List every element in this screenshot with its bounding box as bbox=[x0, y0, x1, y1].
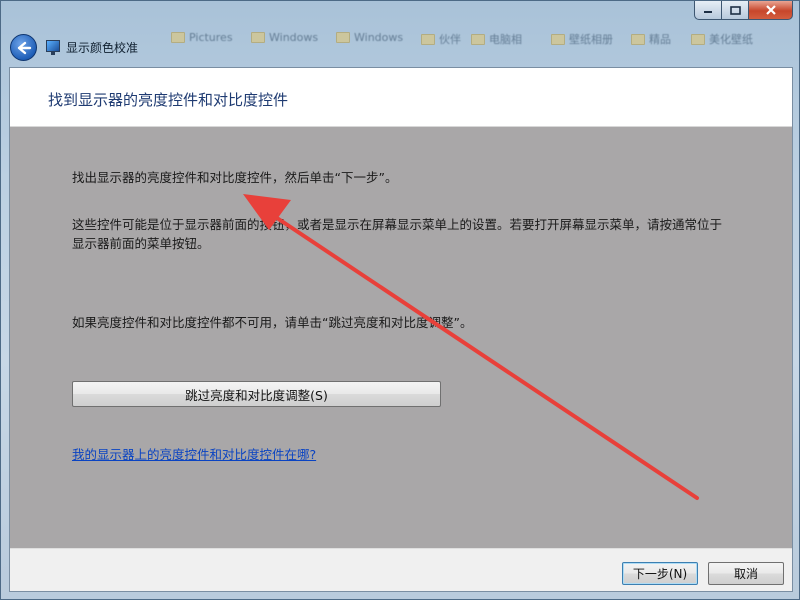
maximize-icon bbox=[729, 5, 741, 15]
content-area: 找到显示器的亮度控件和对比度控件 找出显示器的亮度控件和对比度控件，然后单击“下… bbox=[9, 67, 793, 592]
close-button[interactable] bbox=[748, 1, 793, 20]
folder-icon bbox=[631, 33, 645, 45]
folder-icon bbox=[691, 33, 705, 45]
blurred-item: 精品 bbox=[631, 31, 671, 47]
instruction-text: 找出显示器的亮度控件和对比度控件，然后单击“下一步”。 bbox=[72, 170, 398, 185]
next-button[interactable]: 下一步(N) bbox=[622, 562, 698, 585]
blurred-item: Windows bbox=[336, 31, 403, 44]
folder-icon bbox=[171, 32, 185, 43]
skip-adjustment-button[interactable]: 跳过亮度和对比度调整(S) bbox=[72, 381, 441, 407]
minimize-icon bbox=[704, 11, 712, 13]
monitor-icon bbox=[46, 40, 60, 55]
blurred-item: 伙伴 bbox=[421, 31, 461, 47]
back-arrow-icon bbox=[17, 41, 31, 54]
folder-icon bbox=[551, 33, 565, 45]
blurred-item: 壁纸相册 bbox=[551, 31, 613, 47]
window-title: 显示颜色校准 bbox=[66, 41, 139, 55]
footer-bar: 下一步(N) 取消 bbox=[10, 548, 792, 591]
maximize-button[interactable] bbox=[721, 1, 748, 20]
blurred-item: Windows bbox=[251, 31, 318, 44]
blurred-item: 美化壁纸 bbox=[691, 31, 753, 47]
cancel-button[interactable]: 取消 bbox=[708, 562, 784, 585]
folder-icon bbox=[336, 32, 350, 43]
blurred-item: 电脑相 bbox=[471, 31, 522, 47]
page-title: 找到显示器的亮度控件和对比度控件 bbox=[48, 91, 289, 109]
window-frame: Pictures Windows Windows 伙伴 电脑相 壁纸相册 精品 … bbox=[0, 0, 800, 600]
help-link[interactable]: 我的显示器上的亮度控件和对比度控件在哪? bbox=[72, 444, 316, 463]
background-taskbar-items: Pictures Windows Windows 伙伴 电脑相 壁纸相册 精品 … bbox=[151, 25, 800, 51]
caption-buttons bbox=[694, 1, 793, 20]
blurred-item: Pictures bbox=[171, 31, 233, 44]
fallback-text: 如果亮度控件和对比度控件都不可用，请单击“跳过亮度和对比度调整”。 bbox=[72, 315, 473, 330]
header-band: 找到显示器的亮度控件和对比度控件 bbox=[10, 68, 792, 127]
back-button[interactable] bbox=[10, 34, 37, 61]
close-icon bbox=[765, 5, 776, 15]
folder-icon bbox=[471, 33, 485, 45]
folder-icon bbox=[421, 33, 435, 45]
folder-icon bbox=[251, 32, 265, 43]
description-text: 这些控件可能是位于显示器前面的按钮，或者是显示在屏幕显示菜单上的设置。若要打开屏… bbox=[72, 217, 723, 251]
minimize-button[interactable] bbox=[694, 1, 721, 20]
